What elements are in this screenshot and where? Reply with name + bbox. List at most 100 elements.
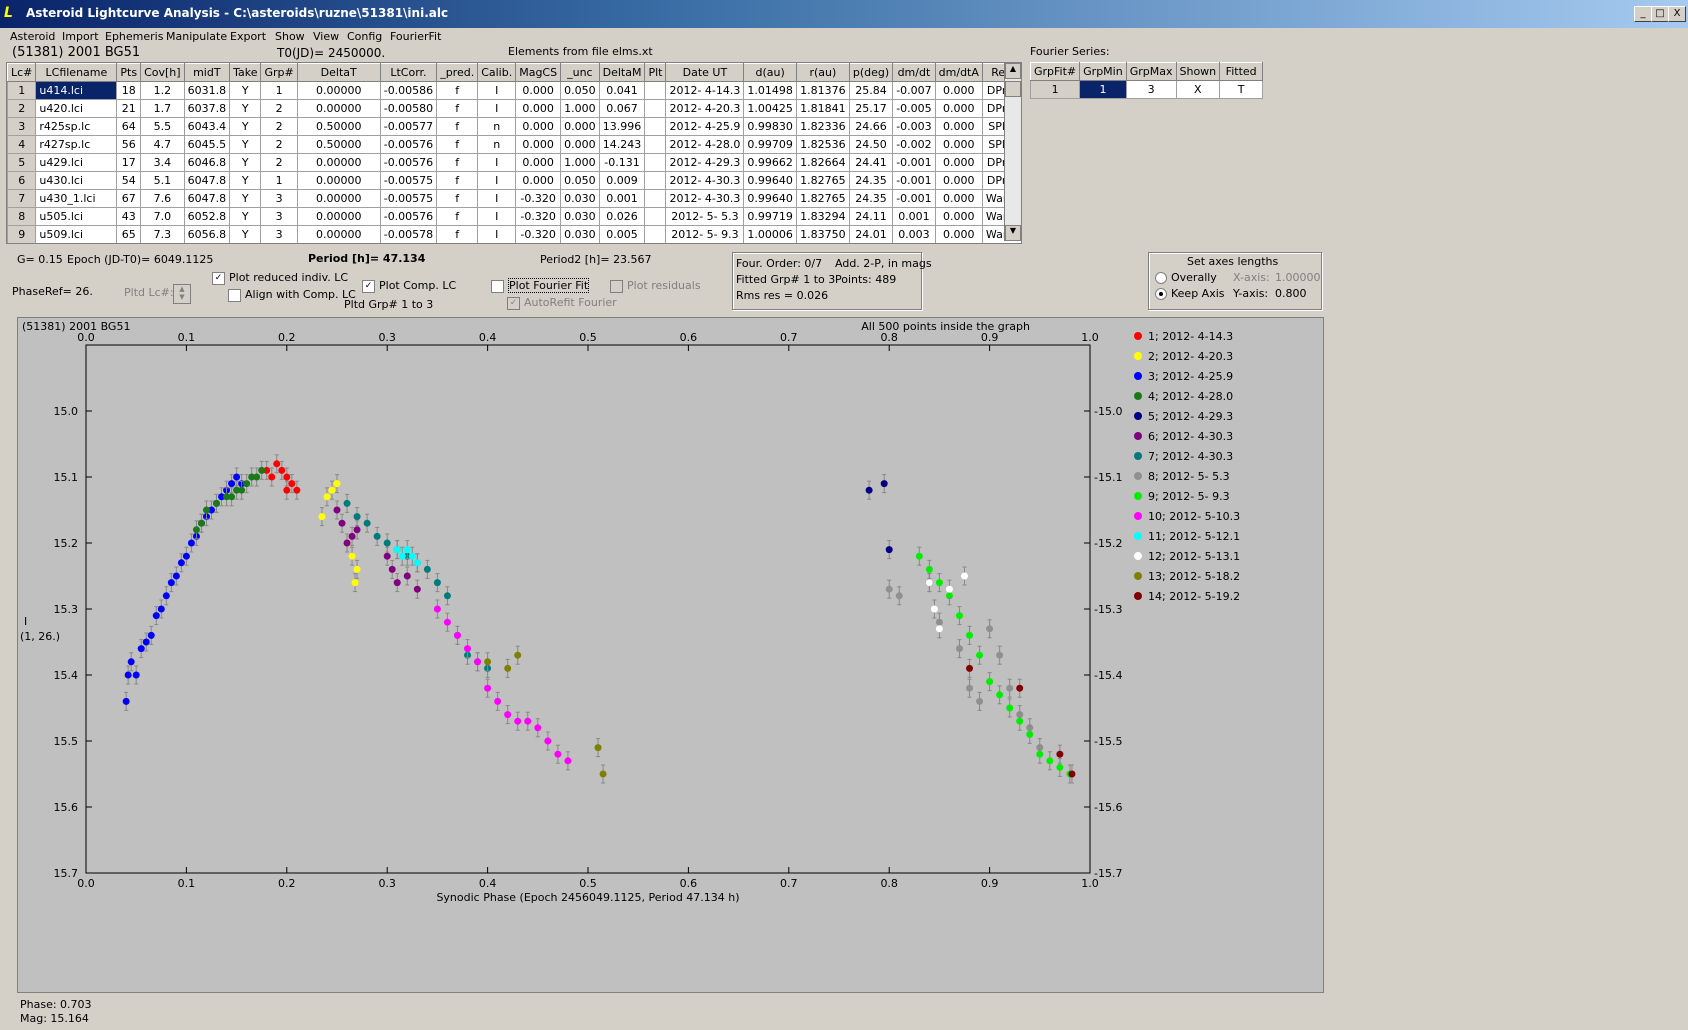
table-cell[interactable]: 21 bbox=[116, 99, 142, 118]
table-cell[interactable]: f bbox=[436, 189, 479, 208]
table-cell[interactable]: 24.35 bbox=[848, 189, 894, 208]
table-scrollbar[interactable]: ▲ ▼ bbox=[1004, 63, 1021, 241]
menu-ephemeris[interactable]: Ephemeris bbox=[105, 30, 163, 43]
lightcurve-grid[interactable]: Lc# LCfilename Pts Cov[h] midT Take Grp# DeltaT… bbox=[7, 63, 1021, 243]
table-cell[interactable]: 2012- 4-25.9 bbox=[665, 117, 745, 136]
table-cell[interactable]: 24.35 bbox=[848, 171, 894, 190]
scroll-thumb[interactable] bbox=[1005, 81, 1021, 97]
column-header[interactable]: Cov[h] bbox=[140, 63, 185, 82]
table-cell[interactable]: 0.000 bbox=[934, 135, 983, 154]
fourier-cell[interactable]: 3 bbox=[1125, 80, 1177, 99]
table-cell[interactable]: 0.001 bbox=[598, 189, 646, 208]
column-header[interactable]: LtCorr. bbox=[379, 63, 438, 82]
table-cell[interactable]: -0.00580 bbox=[379, 99, 438, 118]
table-cell[interactable]: 1.82536 bbox=[795, 135, 850, 154]
fourier-cell[interactable]: X bbox=[1175, 80, 1221, 99]
table-cell[interactable]: u509.lci bbox=[35, 225, 118, 243]
table-cell[interactable]: 1 bbox=[260, 81, 298, 100]
table-cell[interactable]: 0.000 bbox=[934, 171, 983, 190]
table-cell[interactable]: f bbox=[436, 225, 479, 243]
table-cell[interactable]: 0.000 bbox=[934, 207, 983, 226]
table-cell[interactable]: u414.lci bbox=[35, 81, 118, 100]
table-cell[interactable]: 0.00000 bbox=[296, 207, 381, 226]
table-cell[interactable]: -0.00575 bbox=[379, 189, 438, 208]
table-cell[interactable]: 0.000 bbox=[560, 117, 600, 136]
table-cell[interactable]: 1.00006 bbox=[743, 225, 797, 243]
table-cell[interactable]: f bbox=[436, 153, 479, 172]
lightcurve-plot[interactable]: 0.0 0.0 0.1 0.1 0.2 0.2 0.3 0.3 0.4 0.4 0.5 0.5 0.6 0… bbox=[17, 317, 1324, 993]
table-cell[interactable]: 0.050 bbox=[560, 171, 600, 190]
table-cell[interactable]: 5.5 bbox=[140, 117, 185, 136]
table-cell[interactable]: I bbox=[477, 81, 517, 100]
plot-reduced-checkbox[interactable]: ✓ Plot reduced indiv. LC bbox=[212, 271, 348, 285]
column-header[interactable]: DeltaT bbox=[296, 63, 381, 82]
table-cell[interactable] bbox=[644, 81, 667, 100]
table-cell[interactable]: 0.000 bbox=[515, 99, 562, 118]
table-cell[interactable] bbox=[644, 207, 667, 226]
table-cell[interactable]: 0.030 bbox=[560, 189, 600, 208]
table-cell[interactable]: 2 bbox=[260, 135, 298, 154]
xaxis-value[interactable]: 1.00000 bbox=[1275, 271, 1321, 284]
table-cell[interactable]: 1.7 bbox=[140, 99, 185, 118]
table-cell[interactable]: 2 bbox=[260, 99, 298, 118]
table-cell[interactable]: Y bbox=[229, 225, 262, 243]
table-cell[interactable]: 0.000 bbox=[515, 135, 562, 154]
table-cell[interactable]: 0.000 bbox=[934, 117, 983, 136]
table-cell[interactable]: -0.00578 bbox=[379, 225, 438, 243]
table-cell[interactable]: Y bbox=[229, 135, 262, 154]
overall-radio[interactable]: Overally bbox=[1155, 271, 1217, 284]
table-cell[interactable]: -0.005 bbox=[892, 99, 936, 118]
table-cell[interactable]: 0.050 bbox=[560, 81, 600, 100]
table-cell[interactable]: 25.84 bbox=[848, 81, 894, 100]
column-header[interactable]: Grp# bbox=[260, 63, 298, 82]
table-cell[interactable]: 2 bbox=[260, 117, 298, 136]
plot-area[interactable] bbox=[85, 344, 1091, 874]
table-cell[interactable]: 0.50000 bbox=[296, 135, 381, 154]
table-cell[interactable]: -0.001 bbox=[892, 171, 936, 190]
table-cell[interactable]: -0.001 bbox=[892, 189, 936, 208]
column-header[interactable]: _pred. bbox=[436, 63, 479, 82]
menu-import[interactable]: Import bbox=[62, 30, 99, 43]
minimize-button[interactable]: _ bbox=[1634, 6, 1652, 22]
column-header[interactable]: _unc bbox=[560, 63, 600, 82]
table-cell[interactable]: u430_1.lci bbox=[35, 189, 118, 208]
table-cell[interactable] bbox=[644, 135, 667, 154]
table-cell[interactable]: 0.000 bbox=[934, 99, 983, 118]
maximize-button[interactable]: □ bbox=[1651, 6, 1669, 22]
table-cell[interactable]: 2012- 4-30.3 bbox=[665, 189, 745, 208]
table-cell[interactable]: 3 bbox=[7, 117, 37, 136]
column-header[interactable]: Date UT bbox=[665, 63, 745, 82]
table-cell[interactable]: 13.996 bbox=[598, 117, 646, 136]
table-cell[interactable]: I bbox=[477, 99, 517, 118]
scroll-up-icon[interactable]: ▲ bbox=[1005, 63, 1021, 79]
table-cell[interactable]: 2012- 4-20.3 bbox=[665, 99, 745, 118]
table-cell[interactable]: Y bbox=[229, 207, 262, 226]
table-cell[interactable]: 24.66 bbox=[848, 117, 894, 136]
table-cell[interactable]: 0.00000 bbox=[296, 153, 381, 172]
table-cell[interactable]: 3 bbox=[260, 207, 298, 226]
table-cell[interactable] bbox=[644, 171, 667, 190]
table-cell[interactable]: 0.00000 bbox=[296, 171, 381, 190]
table-cell[interactable]: 2 bbox=[7, 99, 37, 118]
table-cell[interactable]: 0.99830 bbox=[743, 117, 797, 136]
table-cell[interactable]: f bbox=[436, 117, 479, 136]
table-cell[interactable]: 24.01 bbox=[848, 225, 894, 243]
table-cell[interactable]: u420.lci bbox=[35, 99, 118, 118]
table-cell[interactable]: 0.00000 bbox=[296, 81, 381, 100]
table-cell[interactable]: 4.7 bbox=[140, 135, 185, 154]
close-button[interactable]: X bbox=[1668, 6, 1686, 22]
column-header[interactable]: MagCS bbox=[515, 63, 562, 82]
table-cell[interactable]: -0.00576 bbox=[379, 135, 438, 154]
column-header[interactable]: r(au) bbox=[795, 63, 850, 82]
fourier-cell[interactable]: 1 bbox=[1079, 80, 1127, 99]
table-cell[interactable]: 6045.5 bbox=[183, 135, 231, 154]
table-cell[interactable]: 25.17 bbox=[848, 99, 894, 118]
table-cell[interactable]: 1.81376 bbox=[795, 81, 850, 100]
table-row[interactable]: 6 u430.lci 54 5.1 6047.8 Y 1 0.00000 -0.00575 f I 0… bbox=[7, 171, 1021, 190]
table-cell[interactable]: I bbox=[477, 225, 517, 243]
column-header[interactable]: d(au) bbox=[743, 63, 797, 82]
table-cell[interactable]: 0.026 bbox=[598, 207, 646, 226]
table-cell[interactable]: 0.000 bbox=[515, 117, 562, 136]
table-cell[interactable]: 14.243 bbox=[598, 135, 646, 154]
table-cell[interactable]: Y bbox=[229, 117, 262, 136]
